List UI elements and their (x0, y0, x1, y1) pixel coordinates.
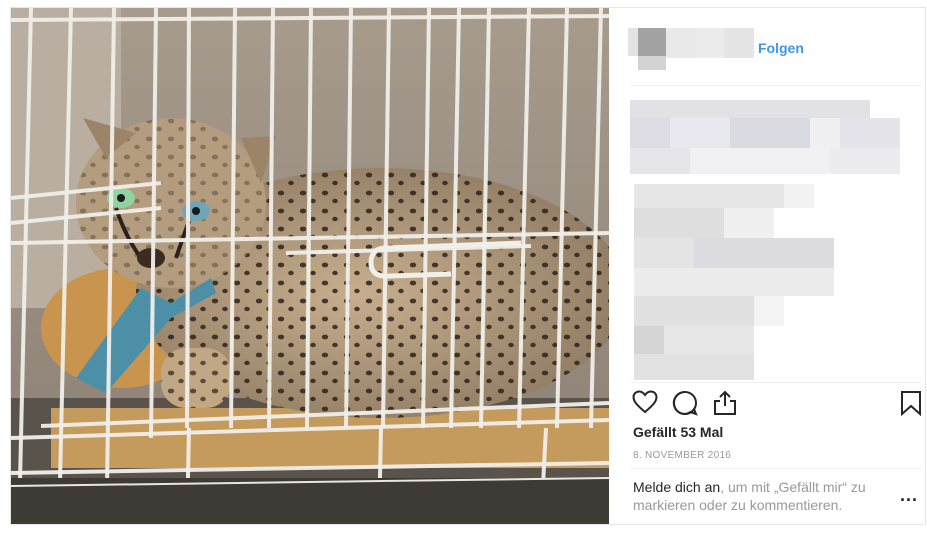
login-prompt: Melde dich an, um mit „Gefällt mir“ zu m… (633, 478, 893, 514)
post-photo[interactable] (11, 8, 609, 524)
username-blurred[interactable] (666, 28, 754, 58)
share-icon[interactable] (712, 390, 738, 421)
caption-blurred (630, 100, 902, 380)
comment-icon[interactable] (672, 390, 698, 421)
header-divider (631, 85, 921, 86)
action-bar (632, 390, 924, 420)
post-side-panel: Folgen Gefällt 53 Mal 8. NOVEMBER 2016 M… (610, 8, 926, 524)
post-header: Folgen (610, 8, 926, 86)
avatar[interactable] (628, 26, 668, 70)
bookmark-icon[interactable] (900, 390, 922, 421)
login-link[interactable]: Melde dich an (633, 479, 720, 495)
follow-button[interactable]: Folgen (758, 40, 804, 56)
heart-icon[interactable] (632, 390, 658, 419)
post-date: 8. NOVEMBER 2016 (633, 450, 732, 461)
cheetah-cub-in-cage-image (11, 8, 609, 524)
likes-count[interactable]: Gefällt 53 Mal (633, 424, 723, 440)
footer-divider (631, 468, 921, 469)
more-options-button[interactable]: ... (900, 485, 918, 506)
caption-divider (631, 382, 921, 383)
